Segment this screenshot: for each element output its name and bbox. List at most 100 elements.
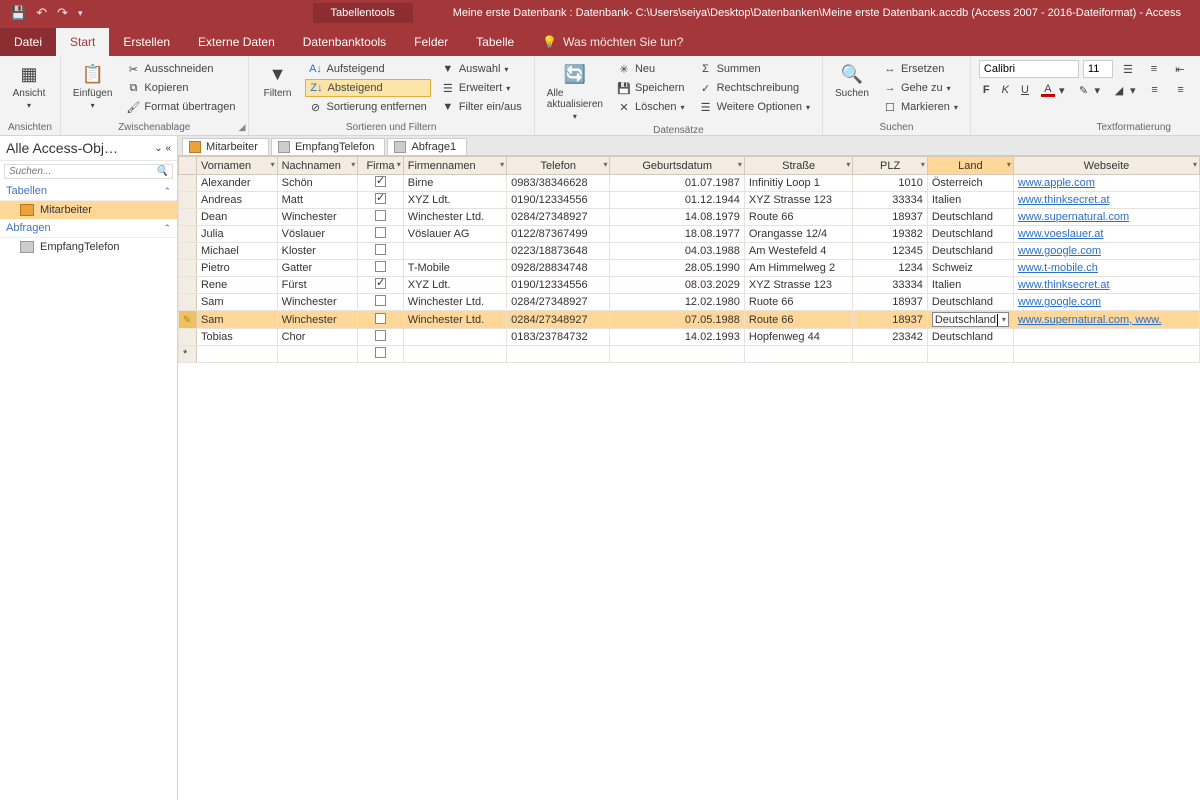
cell-strasse[interactable]: Infinitiy Loop 1 xyxy=(744,175,853,192)
row-selector[interactable] xyxy=(179,277,197,294)
underline-button[interactable]: U xyxy=(1017,81,1033,99)
cell-plz[interactable]: 18937 xyxy=(853,209,927,226)
cell-geburtsdatum[interactable]: 14.08.1979 xyxy=(610,209,744,226)
table-row[interactable]: ReneFürstXYZ Ldt.0190/1233455608.03.2029… xyxy=(179,277,1200,294)
row-selector[interactable]: * xyxy=(179,346,197,363)
format-painter-button[interactable]: 🖌Format übertragen xyxy=(122,98,239,116)
cell-firma[interactable] xyxy=(358,192,403,209)
cell-nachnamen[interactable]: Chor xyxy=(277,329,358,346)
font-name-input[interactable] xyxy=(979,60,1079,78)
col-nachnamen[interactable]: Nachnamen▾ xyxy=(277,157,358,175)
dropdown-icon[interactable]: ▾ xyxy=(1193,160,1197,169)
cell-geburtsdatum[interactable]: 08.03.2029 xyxy=(610,277,744,294)
website-link[interactable]: www.google.com xyxy=(1018,245,1101,257)
checkbox[interactable] xyxy=(375,347,386,358)
checkbox[interactable] xyxy=(375,193,386,204)
cell-firmennamen[interactable]: XYZ Ldt. xyxy=(403,277,506,294)
cell-strasse[interactable]: Am Westefeld 4 xyxy=(744,243,853,260)
website-link[interactable]: www.apple.com xyxy=(1018,177,1095,189)
dropdown-icon[interactable]: ▾ xyxy=(921,160,925,169)
replace-button[interactable]: ↔Ersetzen xyxy=(879,60,962,78)
search-icon[interactable]: 🔍 xyxy=(156,166,168,177)
website-link[interactable]: www.t-mobile.ch xyxy=(1018,262,1098,274)
checkbox[interactable] xyxy=(375,244,386,255)
cell-vornamen[interactable]: Pietro xyxy=(196,260,277,277)
find-button[interactable]: 🔍 Suchen xyxy=(831,60,873,101)
col-land[interactable]: Land▾ xyxy=(927,157,1013,175)
cell-strasse[interactable]: Route 66 xyxy=(744,209,853,226)
cell-vornamen[interactable]: Julia xyxy=(196,226,277,243)
col-firma[interactable]: Firma▾ xyxy=(358,157,403,175)
cell-telefon[interactable]: 0190/12334556 xyxy=(507,277,610,294)
cell-webseite[interactable]: www.t-mobile.ch xyxy=(1013,260,1199,277)
italic-button[interactable]: K xyxy=(998,81,1013,99)
select-button[interactable]: ☐Markieren▾ xyxy=(879,98,962,116)
bullets-button[interactable]: ☰ xyxy=(1117,60,1139,78)
cell-land[interactable]: Schweiz xyxy=(927,260,1013,277)
tab-start[interactable]: Start xyxy=(56,28,109,56)
website-link[interactable]: www.supernatural.com xyxy=(1018,211,1129,223)
cell-geburtsdatum[interactable]: 28.05.1990 xyxy=(610,260,744,277)
row-selector[interactable] xyxy=(179,243,197,260)
undo-icon[interactable]: ↶ xyxy=(36,5,47,21)
cell-webseite[interactable]: www.supernatural.com xyxy=(1013,209,1199,226)
cell-strasse[interactable]: Route 66 xyxy=(744,311,853,329)
cell-nachnamen[interactable]: Winchester xyxy=(277,294,358,311)
website-link[interactable]: www.thinksecret.at xyxy=(1018,194,1110,206)
numbering-button[interactable]: ≡ xyxy=(1143,60,1165,78)
advanced-filter-button[interactable]: ☰Erweitert▾ xyxy=(437,79,526,97)
sort-desc-button[interactable]: Z↓Absteigend xyxy=(305,79,431,97)
checkbox[interactable] xyxy=(375,295,386,306)
cell-nachnamen[interactable]: Gatter xyxy=(277,260,358,277)
cell-vornamen[interactable]: Tobias xyxy=(196,329,277,346)
checkbox[interactable] xyxy=(375,261,386,272)
checkbox[interactable] xyxy=(375,278,386,289)
align-right-button[interactable]: ≡ xyxy=(1196,81,1200,99)
cell-firmennamen[interactable] xyxy=(403,243,506,260)
cell-webseite[interactable]: www.google.com xyxy=(1013,243,1199,260)
save-record-button[interactable]: 💾Speichern xyxy=(613,79,689,97)
cell-webseite[interactable]: www.apple.com xyxy=(1013,175,1199,192)
cell-land[interactable]: Italien xyxy=(927,192,1013,209)
col-vornamen[interactable]: Vornamen▾ xyxy=(196,157,277,175)
font-color-button[interactable]: A▾ xyxy=(1037,81,1069,99)
tab-externe-daten[interactable]: Externe Daten xyxy=(184,28,289,56)
tab-erstellen[interactable]: Erstellen xyxy=(109,28,184,56)
cell-firmennamen[interactable]: Winchester Ltd. xyxy=(403,209,506,226)
selection-filter-button[interactable]: ▼Auswahl▾ xyxy=(437,60,526,78)
indent-left-button[interactable]: ⇤ xyxy=(1169,60,1191,78)
table-row[interactable]: PietroGatterT-Mobile0928/2883474828.05.1… xyxy=(179,260,1200,277)
nav-search[interactable]: 🔍 xyxy=(4,164,173,179)
copy-button[interactable]: ⧉Kopieren xyxy=(122,79,239,97)
nav-section-abfragen[interactable]: Abfragen ⌃ xyxy=(0,219,177,238)
indent-right-button[interactable]: ⇥ xyxy=(1195,60,1200,78)
cell-nachnamen[interactable]: Matt xyxy=(277,192,358,209)
cell-strasse[interactable]: Hopfenweg 44 xyxy=(744,329,853,346)
cell-firma[interactable] xyxy=(358,226,403,243)
row-selector[interactable] xyxy=(179,226,197,243)
cell-strasse[interactable]: Orangasse 12/4 xyxy=(744,226,853,243)
cell-firma[interactable] xyxy=(358,294,403,311)
cell-webseite[interactable]: www.thinksecret.at xyxy=(1013,192,1199,209)
row-selector[interactable] xyxy=(179,209,197,226)
tab-file[interactable]: Datei xyxy=(0,28,56,56)
cell-webseite[interactable] xyxy=(1013,329,1199,346)
checkbox[interactable] xyxy=(375,210,386,221)
cell-webseite[interactable]: www.thinksecret.at xyxy=(1013,277,1199,294)
more-options-button[interactable]: ☰Weitere Optionen▾ xyxy=(695,98,814,116)
nav-section-tabellen[interactable]: Tabellen ⌃ xyxy=(0,182,177,201)
cell-vornamen[interactable]: Dean xyxy=(196,209,277,226)
align-center-button[interactable]: ≡ xyxy=(1170,81,1192,99)
website-link[interactable]: www.thinksecret.at xyxy=(1018,279,1110,291)
cell-webseite[interactable]: www.supernatural.com, www. xyxy=(1013,311,1199,329)
cell-nachnamen[interactable]: Fürst xyxy=(277,277,358,294)
cell-land[interactable]: Österreich xyxy=(927,175,1013,192)
cell-vornamen[interactable]: Sam xyxy=(196,294,277,311)
cell-telefon[interactable]: 0284/27348927 xyxy=(507,209,610,226)
dialog-launcher-icon[interactable]: ◢ xyxy=(239,122,246,133)
redo-icon[interactable]: ↷ xyxy=(57,5,68,21)
cell-land[interactable]: Deutschland xyxy=(927,226,1013,243)
paste-button[interactable]: 📋 Einfügen ▾ xyxy=(69,60,116,112)
dropdown-icon[interactable]: ▾ xyxy=(603,160,607,169)
table-row[interactable]: ✎SamWinchesterWinchester Ltd.0284/273489… xyxy=(179,311,1200,329)
